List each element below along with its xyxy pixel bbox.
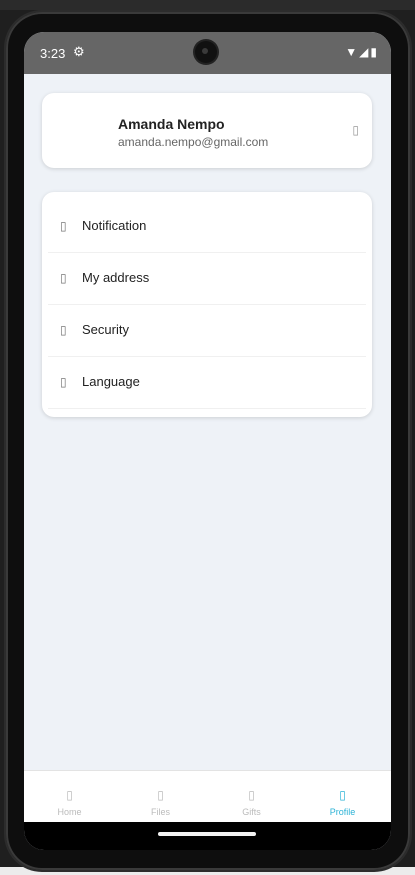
profile-email: amanda.nempo@gmail.com xyxy=(118,135,269,149)
menu-item-security[interactable]: ▯ Security xyxy=(48,304,366,357)
location-icon: ▯ xyxy=(60,271,67,285)
nav-item-label: Home xyxy=(57,807,82,817)
phone-screen: 3:23 ⚙ ▼◢▮ Amanda Nempo amanda.nempo@gma… xyxy=(24,32,391,850)
profile-card[interactable]: Amanda Nempo amanda.nempo@gmail.com ▯ xyxy=(42,93,372,168)
nav-item-home[interactable]: ▯ Home xyxy=(24,771,115,823)
home-gesture-bar[interactable] xyxy=(158,832,256,836)
nav-item-label: Profile xyxy=(329,807,356,817)
bottom-navigation: ▯ Home ▯ Files ▯ Gifts ▯ Profile xyxy=(24,770,391,823)
menu-item-label: Notification xyxy=(82,218,147,233)
status-bar: 3:23 ⚙ ▼◢▮ xyxy=(24,32,391,74)
front-camera xyxy=(195,41,217,63)
home-icon: ▯ xyxy=(66,788,73,802)
globe-icon: ▯ xyxy=(60,375,67,389)
menu-item-label: Language xyxy=(82,374,140,389)
profile-name: Amanda Nempo xyxy=(118,116,225,132)
gesture-area xyxy=(24,822,391,850)
menu-item-notification[interactable]: ▯ Notification xyxy=(48,200,366,253)
menu-item-label: My address xyxy=(82,270,150,285)
bell-icon: ▯ xyxy=(60,219,67,233)
status-icons: ▼◢▮ xyxy=(345,45,379,59)
menu-item-label: Security xyxy=(82,322,129,337)
background-top xyxy=(0,0,415,10)
nav-item-files[interactable]: ▯ Files xyxy=(115,771,206,823)
settings-menu: ▯ Notification ▯ My address ▯ Security ▯… xyxy=(42,192,372,417)
menu-item-language[interactable]: ▯ Language xyxy=(48,356,366,409)
edit-icon[interactable]: ▯ xyxy=(352,123,359,137)
nav-item-gifts[interactable]: ▯ Gifts xyxy=(206,771,297,823)
settings-status-icon: ⚙ xyxy=(73,44,85,59)
file-icon: ▯ xyxy=(157,788,164,802)
profile-icon: ▯ xyxy=(339,788,346,802)
nav-item-label: Gifts xyxy=(242,807,261,817)
nav-item-label: Files xyxy=(150,807,170,817)
gift-icon: ▯ xyxy=(248,788,255,802)
status-time: 3:23 xyxy=(40,46,66,61)
menu-item-my-address[interactable]: ▯ My address xyxy=(48,252,366,305)
phone-frame: 3:23 ⚙ ▼◢▮ Amanda Nempo amanda.nempo@gma… xyxy=(6,12,410,870)
shield-icon: ▯ xyxy=(60,323,67,337)
nav-item-profile[interactable]: ▯ Profile xyxy=(297,771,388,823)
